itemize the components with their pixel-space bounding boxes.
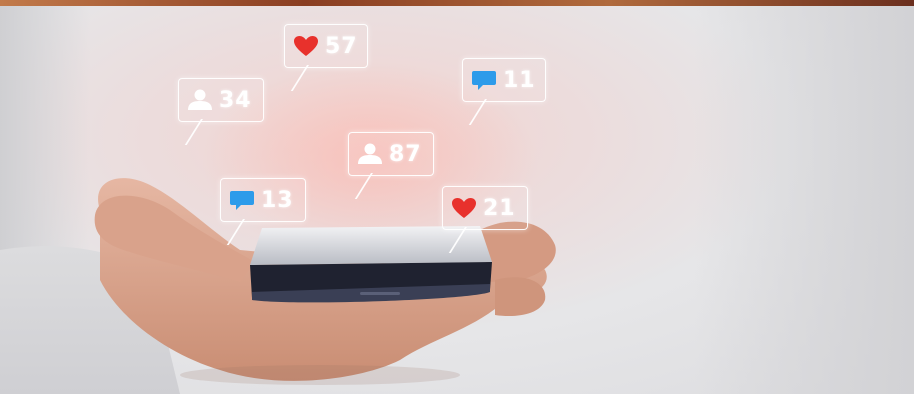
like-count: 57: [325, 33, 358, 59]
follower-count: 87: [389, 141, 422, 167]
heart-icon: [293, 35, 319, 57]
follower-count: 34: [219, 87, 252, 113]
like-count: 21: [483, 195, 516, 221]
like-notification: 21: [442, 186, 528, 230]
comment-count: 13: [261, 187, 294, 213]
follower-notification: 87: [348, 132, 434, 176]
comment-notification: 13: [220, 178, 306, 222]
comment-count: 11: [503, 67, 536, 93]
user-icon: [187, 89, 213, 111]
user-icon: [357, 143, 383, 165]
like-notification: 57: [284, 24, 368, 68]
smartphone: [250, 226, 492, 303]
heart-icon: [451, 197, 477, 219]
comment-icon: [229, 189, 255, 211]
photo-scene: 57 34 11 87 13 21: [0, 0, 914, 394]
follower-notification: 34: [178, 78, 264, 122]
comment-icon: [471, 69, 497, 91]
comment-notification: 11: [462, 58, 546, 102]
